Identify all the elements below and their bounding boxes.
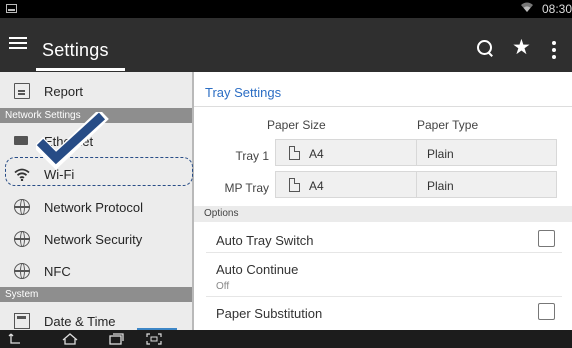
home-icon[interactable] [62,333,78,345]
option-label: Paper Substitution [216,306,323,321]
star-icon[interactable]: ★ [512,35,531,60]
sidebar-item-label: Network Security [44,232,143,247]
globe-icon [14,263,30,279]
check-mark-icon [36,112,109,170]
recent-apps-icon[interactable] [108,333,124,345]
tray-label: MP Tray [224,181,269,195]
sidebar-item-report[interactable]: Report [0,75,192,107]
paper-size-value: A4 [309,147,324,161]
sidebar-item-label: Report [44,84,84,99]
status-bar: 08:30 [0,0,572,18]
option-label: Auto Continue [216,262,299,277]
sidebar-item-label: Date & Time [44,314,116,329]
status-time: 08:30 [541,2,572,16]
divider [206,252,562,253]
paper-type-value: Plain [427,179,454,193]
auto-tray-switch-checkbox[interactable] [538,230,555,247]
report-document-icon [14,83,30,99]
globe-icon [14,199,30,215]
paper-type-select[interactable]: Plain [416,139,557,166]
screenshot-icon[interactable] [146,333,162,345]
ethernet-icon [14,133,30,149]
options-section-header: Options [194,206,572,222]
divider [194,106,572,107]
paper-icon [289,146,300,160]
sidebar-item-network-protocol[interactable]: Network Protocol [0,191,192,223]
paper-substitution-checkbox[interactable] [538,303,555,320]
paper-size-select[interactable]: A4 [275,139,417,166]
option-paper-substitution[interactable]: Paper Substitution [194,306,572,330]
options-header-label: Options [204,208,239,219]
tray-label: Tray 1 [235,149,269,163]
app-bar: Settings ★ [0,18,572,72]
search-icon[interactable] [477,40,493,56]
sidebar-header-system: System [0,287,192,302]
tray-settings-panel: Tray Settings Paper Size Paper Type Tray… [194,72,572,330]
paper-icon [289,178,300,192]
paper-type-select[interactable]: Plain [416,171,557,198]
sidebar-item-label: Network Protocol [44,200,143,215]
back-icon[interactable] [8,333,22,345]
sidebar-item-label: NFC [44,264,71,279]
sidebar-header-label: System [5,289,39,300]
sidebar-item-network-security[interactable]: Network Security [0,223,192,255]
column-header-paper-size: Paper Size [267,118,326,132]
panel-heading: Tray Settings [205,85,282,100]
option-value: Off [216,281,230,292]
globe-icon [14,231,30,247]
sidebar-item-nfc[interactable]: NFC [0,255,192,287]
paper-type-value: Plain [427,147,454,161]
date-time-icon [14,313,30,329]
sidebar-item-date-time[interactable]: Date & Time [0,305,192,330]
nav-indicator [137,328,177,330]
sidebar: Report Network Settings Ethernet Wi-Fi N… [0,72,194,330]
screen-icon [6,4,17,13]
option-auto-tray-switch[interactable]: Auto Tray Switch [194,233,572,261]
option-auto-continue[interactable]: Auto Continue Off [194,262,572,298]
wifi-signal-icon [520,1,534,16]
page-title: Settings [42,40,109,60]
menu-icon[interactable] [9,34,27,52]
more-vert-icon[interactable] [552,41,556,62]
column-header-paper-type: Paper Type [417,118,479,132]
paper-size-value: A4 [309,179,324,193]
paper-size-select[interactable]: A4 [275,171,417,198]
navigation-bar [0,330,572,348]
option-label: Auto Tray Switch [216,233,314,248]
divider [206,296,562,297]
title-underline [36,68,125,71]
